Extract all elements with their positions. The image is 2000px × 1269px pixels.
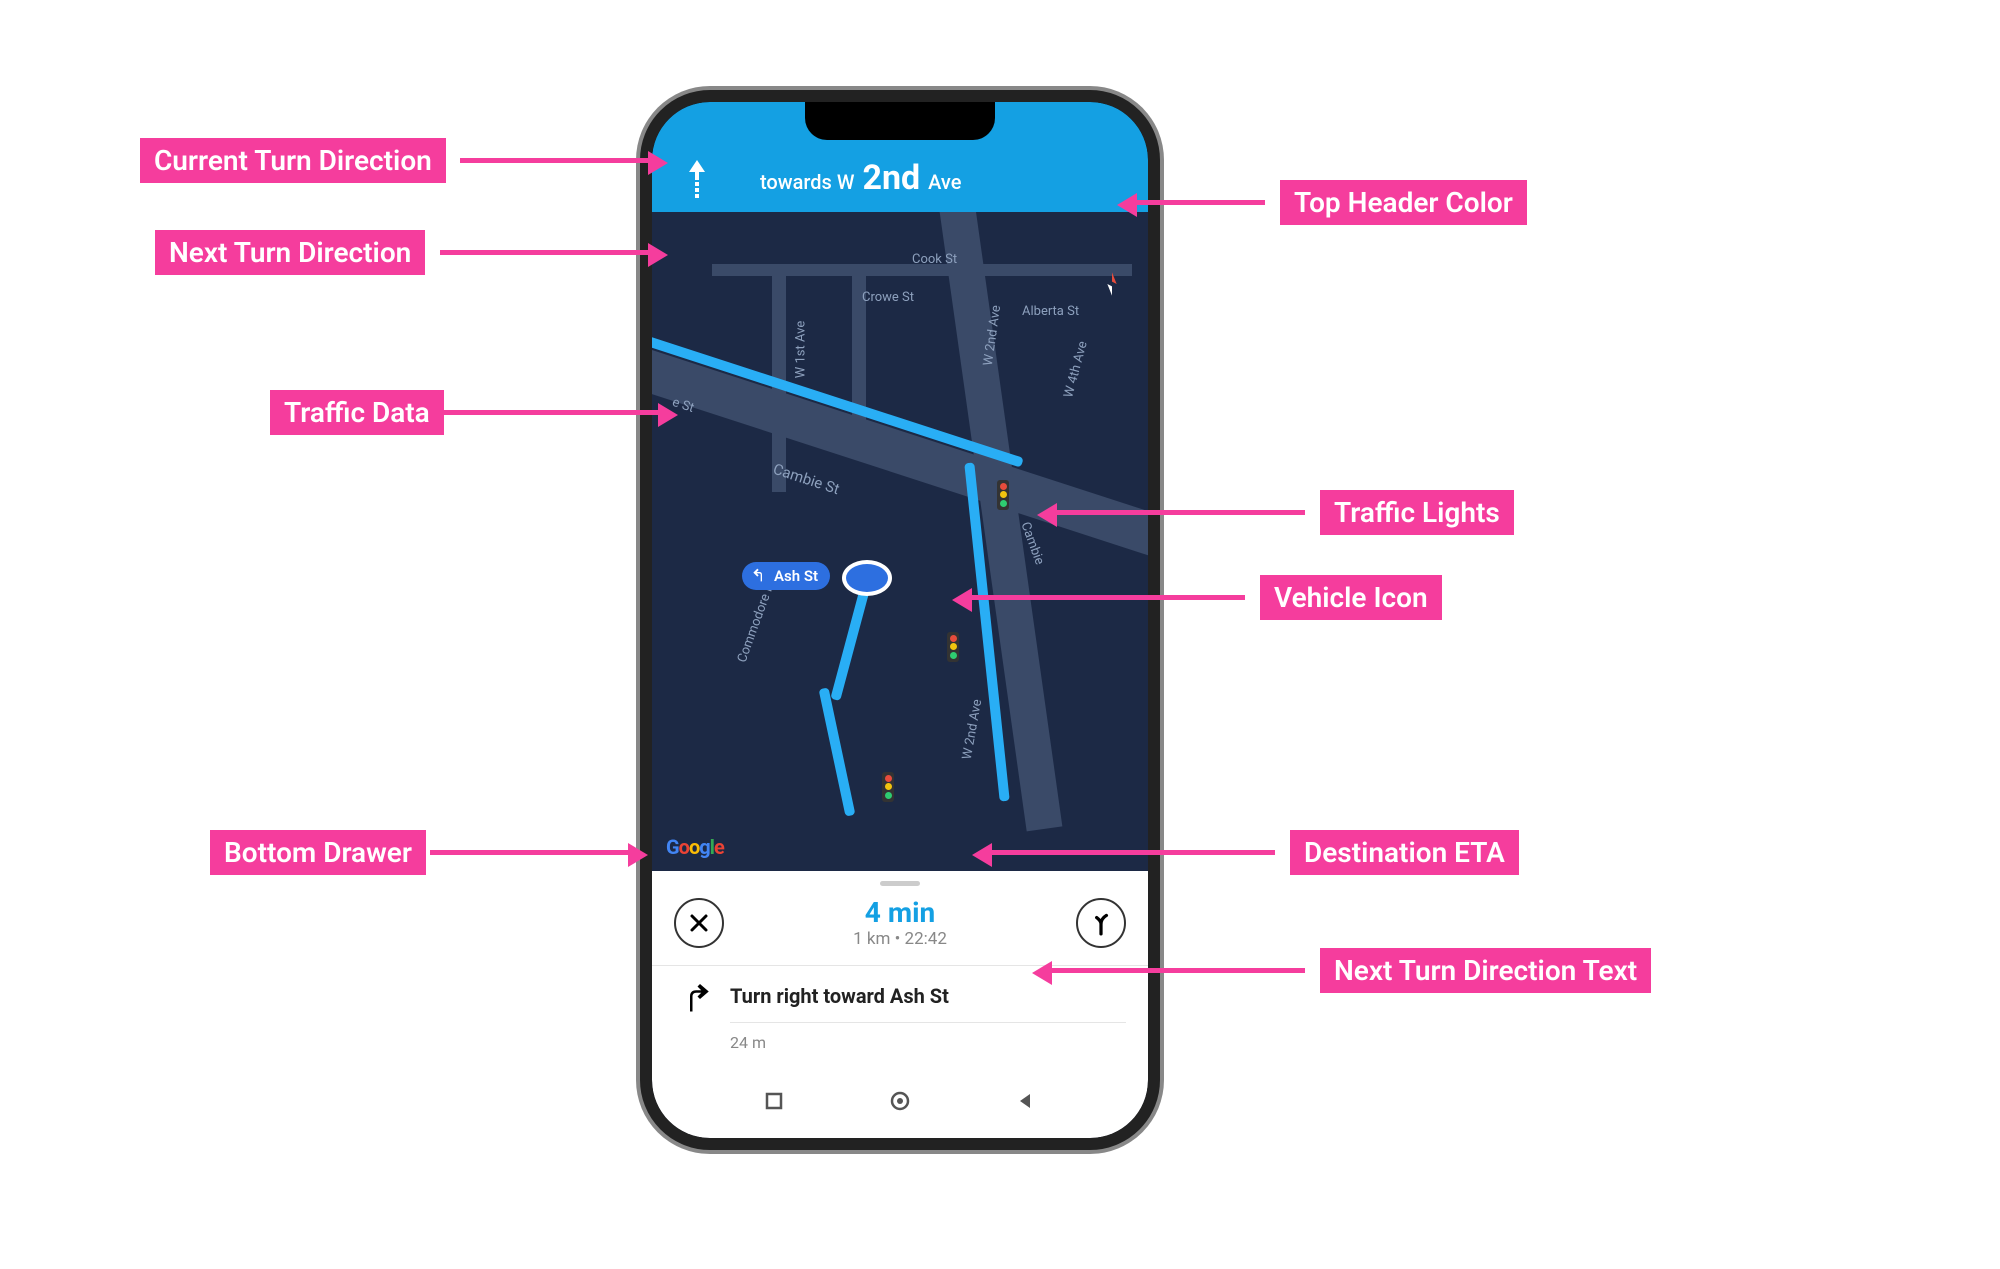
eta-details: 1 km • 22:42	[853, 929, 947, 949]
compass-icon[interactable]	[1098, 270, 1126, 298]
ash-chip-label: Ash St	[774, 567, 818, 585]
google-logo: Google	[666, 835, 724, 859]
phone-screen: towards W 2nd Ave Then C	[652, 102, 1148, 1138]
traffic-light-icon	[947, 632, 959, 662]
phone-frame: towards W 2nd Ave Then C	[640, 90, 1160, 1150]
street-label-w4th: W 4th Ave	[1061, 340, 1090, 400]
close-icon	[687, 911, 711, 935]
annotation-label: Current Turn Direction	[140, 138, 446, 183]
eta-block: 4 min 1 km • 22:42	[853, 896, 947, 949]
straight-arrow-icon	[682, 156, 712, 200]
street-label-cambie: Cambie St	[771, 460, 842, 498]
phone-notch	[805, 102, 995, 140]
street-label-w2nd-bottom: W 2nd Ave	[960, 698, 985, 761]
turn-left-arrow-icon	[752, 568, 768, 584]
street-label-cook: Cook St	[912, 252, 957, 267]
annotation-arrow	[460, 158, 650, 163]
route-segment-4	[819, 687, 856, 816]
annotation-arrow	[990, 850, 1275, 855]
annotation-arrow	[1055, 510, 1305, 515]
annotation-label: Vehicle Icon	[1260, 575, 1442, 620]
step-instruction: Turn right toward Ash St	[730, 984, 1126, 1023]
turn-right-icon	[680, 984, 710, 1014]
close-navigation-button[interactable]	[674, 898, 724, 948]
traffic-light-icon	[997, 480, 1009, 510]
annotation-label: Traffic Data	[270, 390, 444, 435]
annotation-label: Top Header Color	[1280, 180, 1527, 225]
header-street-number: 2nd	[862, 158, 920, 198]
android-back-button[interactable]	[1016, 1091, 1036, 1115]
map-canvas[interactable]: Cook St Crowe St Alberta St W 1st Ave W …	[652, 212, 1148, 871]
route-alternatives-button[interactable]	[1076, 898, 1126, 948]
route-fork-icon	[1088, 910, 1114, 936]
bottom-drawer[interactable]: 4 min 1 km • 22:42 Turn right toward Ash…	[652, 871, 1148, 1138]
header-destination-text: towards W 2nd Ave	[730, 158, 1148, 198]
step-distance: 24 m	[730, 1023, 1126, 1052]
android-home-button[interactable]	[889, 1090, 911, 1116]
vehicle-puck-icon	[842, 560, 892, 596]
android-recents-button[interactable]	[764, 1091, 784, 1115]
destination-street-chip[interactable]: Ash St	[742, 562, 830, 590]
next-step-row[interactable]: Turn right toward Ash St 24 m	[652, 966, 1148, 1076]
street-label-alberta: Alberta St	[1022, 304, 1079, 319]
annotation-arrow	[1135, 200, 1265, 205]
header-towards-prefix: towards W	[760, 170, 854, 194]
traffic-light-icon	[882, 772, 894, 802]
annotation-arrow	[1050, 968, 1305, 973]
annotation-arrow	[440, 250, 650, 255]
street-label-crowe: Crowe St	[862, 290, 914, 305]
annotation-arrow	[440, 410, 660, 415]
street-label-w1st: W 1st Ave	[793, 321, 808, 379]
annotation-label: Next Turn Direction	[155, 230, 425, 275]
drawer-drag-handle[interactable]	[880, 881, 920, 886]
annotation-label: Traffic Lights	[1320, 490, 1514, 535]
annotation-label: Destination ETA	[1290, 830, 1519, 875]
eta-time: 4 min	[853, 896, 947, 929]
drawer-summary-row: 4 min 1 km • 22:42	[652, 896, 1148, 966]
android-nav-bar	[652, 1076, 1148, 1138]
annotation-label: Bottom Drawer	[210, 830, 426, 875]
annotation-label: Next Turn Direction Text	[1320, 948, 1651, 993]
header-street-suffix: Ave	[928, 170, 961, 194]
annotation-arrow	[970, 595, 1245, 600]
annotation-arrow	[430, 850, 630, 855]
